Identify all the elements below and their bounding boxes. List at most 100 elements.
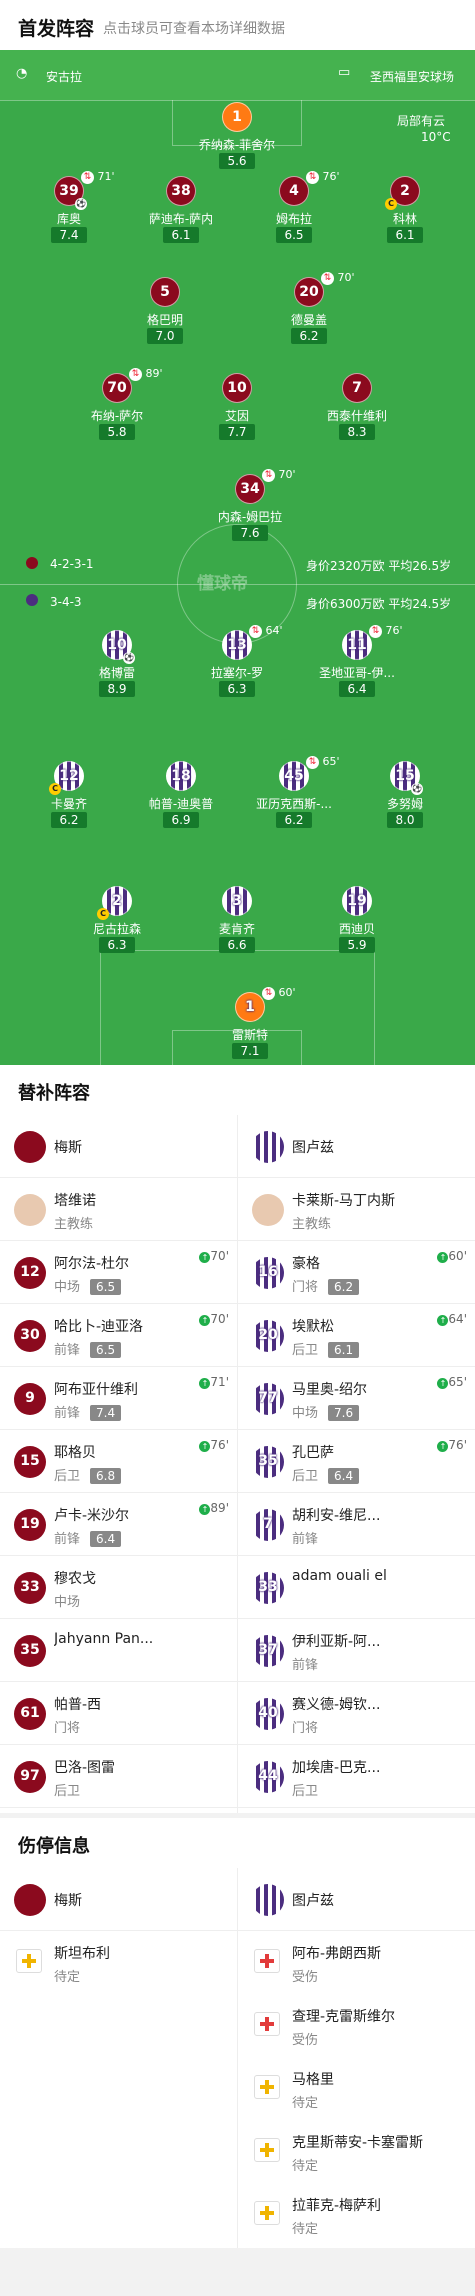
substitution-event: ⇅ 76'	[306, 170, 340, 184]
player-rating: 6.5	[276, 227, 312, 243]
injury-row[interactable]: 马格里 待定	[238, 2057, 475, 2120]
away-player[interactable]: 3 麦肯齐 6.6	[191, 886, 283, 966]
coach-row[interactable]: 卡莱斯-马丁内斯 主教练	[238, 1178, 475, 1241]
substitution-icon: ⇅	[321, 271, 334, 285]
sub-player-row[interactable]: 77 马里奥-绍尔 中场 7.6 ↑ 65'	[238, 1367, 475, 1430]
player-position: 前锋 7.4	[54, 1402, 122, 1421]
player-number-avatar: 30	[14, 1320, 46, 1352]
player-number-circle: 10	[222, 373, 252, 403]
sub-player-row[interactable]: 35 Jahyann Pan...	[0, 1619, 237, 1682]
player-rating: 6.3	[99, 937, 135, 953]
sub-in-event: ↑ 76'	[199, 1438, 229, 1452]
sub-player-row[interactable]: 37 伊利亚斯-阿... 前锋	[238, 1619, 475, 1682]
coach-role: 主教练	[292, 1217, 332, 1232]
coach-row[interactable]: 塔维诺 主教练	[0, 1178, 237, 1241]
home-player[interactable]: 38 萨迪布-萨内 6.1	[135, 176, 227, 256]
sub-player-row[interactable]: 40 赛义德-姆钦... 门将	[238, 1682, 475, 1745]
sub-player-row[interactable]: 33 adam ouali el	[238, 1556, 475, 1619]
position-label: 门将	[54, 1721, 81, 1736]
player-rating: 6.3	[219, 681, 255, 697]
player-position: 中场 6.5	[54, 1276, 122, 1295]
player-rating: 6.2	[328, 1279, 360, 1295]
substitution-minute: 76'	[382, 624, 403, 637]
player-position: 后卫 6.4	[292, 1465, 360, 1484]
player-number-avatar: 37	[252, 1635, 284, 1667]
injury-title: 伤停信息	[18, 1836, 90, 1857]
injury-row[interactable]: 拉菲克-梅萨利 待定	[238, 2183, 475, 2246]
coach-role: 主教练	[54, 1217, 94, 1232]
player-name: 查理-克雷斯维尔	[292, 2009, 396, 2025]
sub-player-row[interactable]: 9 阿布亚什维利 前锋 7.4 ↑ 71'	[0, 1367, 237, 1430]
player-name: 多努姆	[386, 797, 423, 811]
sub-in-event: ↑ 76'	[437, 1438, 467, 1452]
player-number-avatar: 77	[252, 1383, 284, 1415]
injury-row[interactable]: 斯坦布利 待定	[0, 1931, 237, 1994]
substitution-minute: 76'	[319, 170, 340, 183]
substitution-icon: ⇅	[81, 170, 94, 184]
away-player[interactable]: 18 帕普-迪奥普 6.9	[135, 761, 227, 841]
sub-player-row[interactable]: 97 巴洛-图雷 后卫	[0, 1745, 237, 1808]
sub-player-row[interactable]: 19 卢卡-米沙尔 前锋 6.4 ↑ 89'	[0, 1493, 237, 1556]
away-player[interactable]: 45 亚历克西斯-... 6.2 ⇅ 65'	[248, 755, 340, 841]
medical-cross-icon	[254, 2012, 280, 2036]
injury-list: 梅斯 图卢兹 斯坦布利 待定 阿布-弗朗西斯 受伤 查理-克雷斯维尔 受伤 马格里 待定 克里斯蒂安…	[0, 1868, 475, 2248]
away-formation: 3-4-3	[50, 595, 82, 609]
away-player[interactable]: 15 多努姆 8.0 ⚽	[359, 761, 451, 841]
sub-player-row[interactable]: 44 加埃唐-巴克... 后卫	[238, 1745, 475, 1808]
injury-row[interactable]: 查理-克雷斯维尔 受伤	[238, 1994, 475, 2057]
sub-in-icon: ↑	[437, 1378, 449, 1389]
sub-player-row[interactable]: 33 穆农戈 中场	[0, 1556, 237, 1619]
player-number-avatar: 61	[14, 1698, 46, 1730]
lineup-header: 首发阵容 点击球员可查看本场详细数据	[0, 0, 475, 50]
sub-in-minute: 65'	[448, 1375, 467, 1389]
home-player[interactable]: 2 科林 6.1 C	[359, 176, 451, 256]
goal-ball-icon: ⚽	[75, 198, 87, 210]
sub-player-row[interactable]: 12 阿尔法-杜尔 中场 6.5 ↑ 70'	[0, 1241, 237, 1304]
sub-player-row[interactable]: 35 孔巴萨 后卫 6.4 ↑ 76'	[238, 1430, 475, 1493]
player-number-avatar: 12	[14, 1257, 46, 1289]
player-rating: 6.2	[291, 328, 327, 344]
away-player[interactable]: 11 圣地亚哥-伊... 6.4 ⇅ 76'	[311, 624, 403, 710]
sub-in-icon: ↑	[199, 1441, 211, 1452]
player-number-avatar: 19	[14, 1509, 46, 1541]
sub-player-row[interactable]: 7 胡利安-维尼... 前锋	[238, 1493, 475, 1556]
player-number-circle: 5	[150, 277, 180, 307]
player-number-avatar: 40	[252, 1698, 284, 1730]
player-name: 库奥	[56, 212, 81, 226]
away-player[interactable]: 10 格博雷 8.9 ⚽	[71, 630, 163, 710]
home-player[interactable]: 20 德曼盖 6.2 ⇅ 70'	[263, 271, 355, 357]
position-label: 中场	[54, 1595, 81, 1610]
away-player[interactable]: 1 雷斯特 7.1 ⇅ 60'	[204, 986, 296, 1065]
home-player[interactable]: 70 布纳-萨尔 5.8 ⇅ 89'	[71, 367, 163, 453]
sub-player-row[interactable]: 16 豪格 门将 6.2 ↑ 60'	[238, 1241, 475, 1304]
player-number-avatar: 16	[252, 1257, 284, 1289]
sub-player-row[interactable]: 61 帕普-西 门将	[0, 1682, 237, 1745]
home-player[interactable]: 10 艾因 7.7	[191, 373, 283, 453]
player-number-avatar: 35	[252, 1446, 284, 1478]
player-number-circle: 1	[222, 102, 252, 132]
injury-row[interactable]: 克里斯蒂安-卡塞雷斯 待定	[238, 2120, 475, 2183]
player-number-circle: 20	[294, 277, 324, 307]
home-player[interactable]: 39 库奥 7.4 ⇅ 71' ⚽	[23, 170, 115, 256]
home-player[interactable]: 34 内森-姆巴拉 7.6 ⇅ 70'	[204, 468, 296, 554]
sub-player-row[interactable]: 15 耶格贝 后卫 6.8 ↑ 76'	[0, 1430, 237, 1493]
position-label: 门将	[292, 1721, 319, 1736]
away-player[interactable]: 12 卡曼齐 6.2 C	[23, 761, 115, 841]
team-name: 图卢兹	[292, 1893, 334, 1909]
substitution-event: ⇅ 64'	[249, 624, 283, 638]
sub-player-row[interactable]: 20 埃默松 后卫 6.1 ↑ 64'	[238, 1304, 475, 1367]
injury-row[interactable]: 阿布-弗朗西斯 受伤	[238, 1931, 475, 1994]
home-player[interactable]: 1 乔纳森-菲舍尔 5.6	[191, 102, 283, 182]
captain-icon: C	[97, 908, 109, 920]
player-number-circle: 19	[342, 886, 372, 916]
home-player[interactable]: 5 格巴明 7.0	[119, 277, 211, 357]
away-player[interactable]: 19 西迪贝 5.9	[311, 886, 403, 966]
home-player[interactable]: 7 西泰什维利 8.3	[311, 373, 403, 453]
away-player[interactable]: 13 拉塞尔-罗 6.3 ⇅ 64'	[191, 624, 283, 710]
player-name: 西泰什维利	[326, 409, 387, 423]
stadium-name: 圣西福里安球场	[370, 70, 455, 84]
sub-player-row[interactable]: 30 哈比卜-迪亚洛 前锋 6.5 ↑ 70'	[0, 1304, 237, 1367]
stadium-icon: ▭	[338, 65, 351, 80]
away-player[interactable]: 2 尼古拉森 6.3 C	[71, 886, 163, 966]
home-player[interactable]: 4 姆布拉 6.5 ⇅ 76'	[248, 170, 340, 256]
